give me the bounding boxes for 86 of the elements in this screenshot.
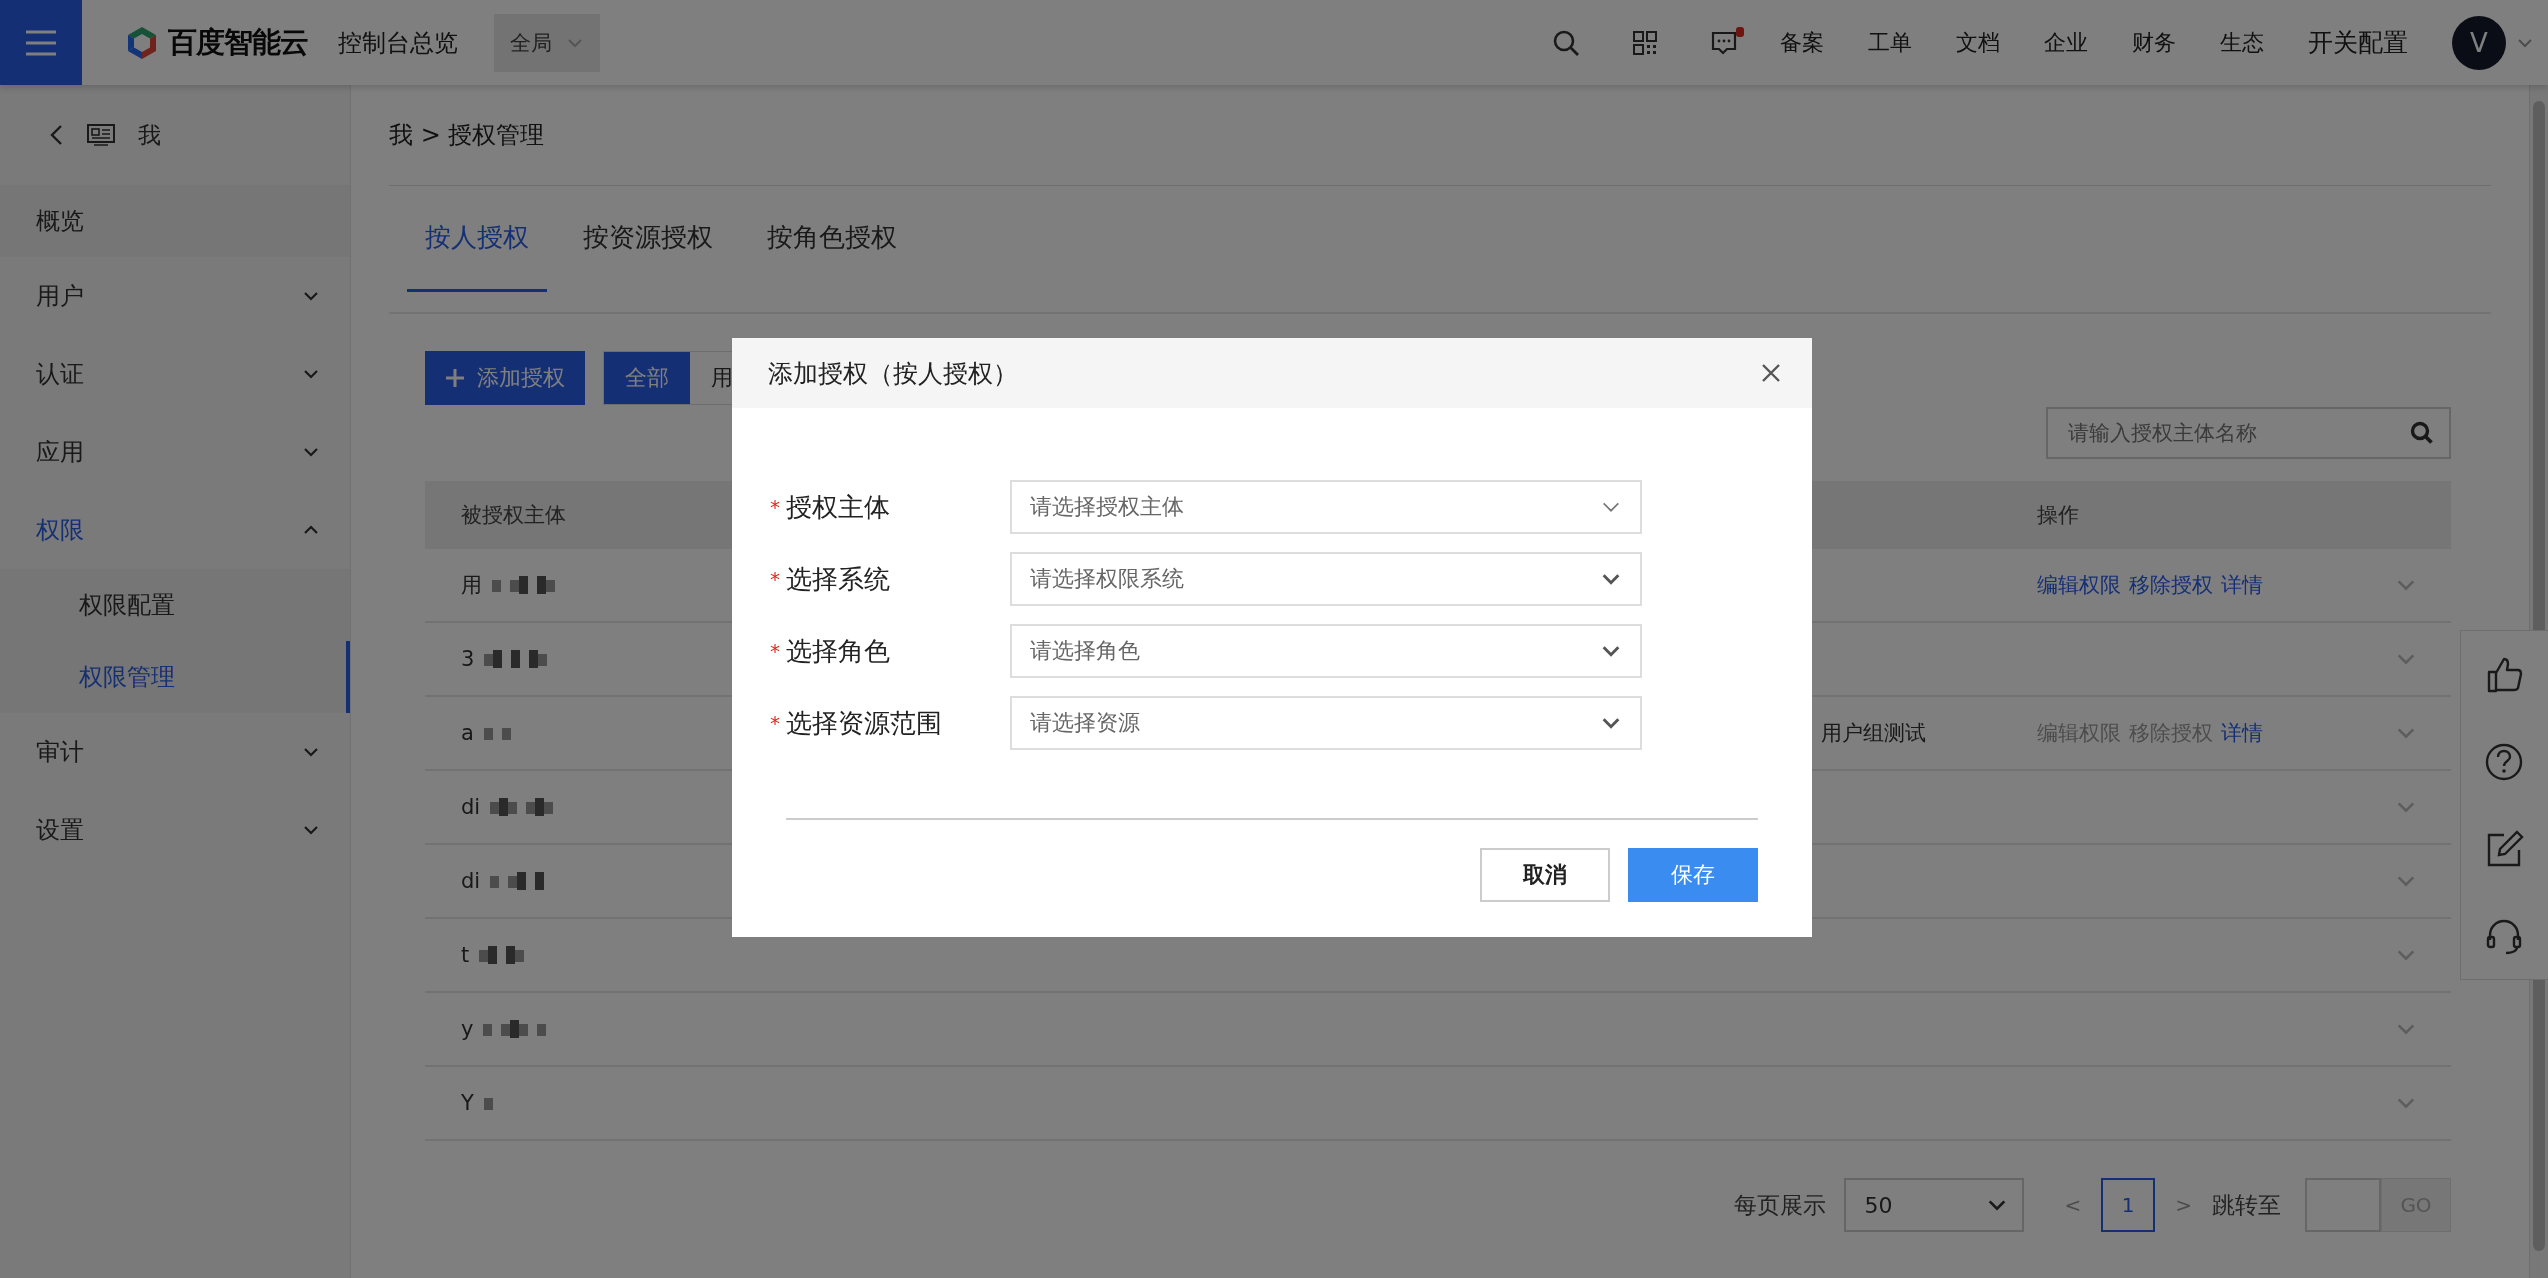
sidebar-item[interactable]: 权限 bbox=[0, 491, 350, 569]
select-field[interactable]: 请选择权限系统 bbox=[1010, 552, 1642, 606]
table-cell: Y bbox=[461, 1091, 474, 1115]
sidebar-item[interactable]: 设置 bbox=[0, 791, 350, 869]
field-label: 选择角色 bbox=[786, 634, 890, 668]
sidebar-subitem[interactable]: 权限配置 bbox=[0, 569, 350, 641]
required-mark: * bbox=[770, 495, 780, 519]
table-cell-text: 用 bbox=[461, 572, 482, 599]
select-placeholder: 请选择权限系统 bbox=[1030, 565, 1184, 593]
dialog-title: 添加授权（按人授权） bbox=[768, 357, 1018, 390]
sidebar-item[interactable]: 应用 bbox=[0, 413, 350, 491]
field-label: 选择资源范围 bbox=[786, 706, 942, 740]
required-mark: * bbox=[770, 639, 780, 663]
menu-icon bbox=[24, 28, 58, 57]
grid-icon[interactable] bbox=[1632, 29, 1658, 56]
column-header: 操作 bbox=[2037, 502, 2079, 529]
sidebar-subitem[interactable]: 权限管理 bbox=[0, 641, 350, 713]
table-cell: 用户组测试 bbox=[1821, 721, 1926, 745]
filter-tab[interactable]: 全部 bbox=[604, 352, 690, 404]
tab[interactable]: 按人授权 bbox=[407, 186, 547, 292]
console-link[interactable]: 控制台总览 bbox=[338, 26, 458, 59]
page-button[interactable]: 1 bbox=[2101, 1178, 2156, 1232]
nav-link[interactable]: 开关配置 bbox=[2308, 26, 2408, 59]
previous-page-button[interactable]: < bbox=[2064, 1193, 2082, 1217]
redaction-mosaic bbox=[484, 648, 548, 670]
page-size-select[interactable]: 50 bbox=[1844, 1178, 2025, 1232]
redaction-mosaic bbox=[492, 574, 555, 596]
field-label: 授权主体 bbox=[786, 490, 890, 524]
sidebar-item[interactable]: 用户 bbox=[0, 257, 350, 335]
brand-name: 百度智能云 bbox=[168, 23, 308, 61]
redaction-mosaic bbox=[483, 1018, 547, 1040]
jump-label: 跳转至 bbox=[2212, 1190, 2281, 1220]
page-size-label: 每页展示 bbox=[1734, 1190, 1827, 1220]
nav-link[interactable]: 文档 bbox=[1956, 27, 2000, 58]
search-icon[interactable] bbox=[2409, 420, 2435, 446]
breadcrumb: 我 > 授权管理 bbox=[389, 85, 2491, 186]
table-cell: di bbox=[461, 869, 481, 893]
avatar[interactable]: V bbox=[2452, 15, 2506, 70]
table-cell: y bbox=[461, 1017, 474, 1041]
save-button[interactable]: 保存 bbox=[1628, 848, 1758, 902]
action-link[interactable]: 详情 bbox=[2221, 719, 2263, 747]
select-placeholder: 请选择授权主体 bbox=[1030, 493, 1184, 521]
nav-link[interactable]: 企业 bbox=[2044, 27, 2088, 58]
nav-link[interactable]: 生态 bbox=[2220, 27, 2264, 58]
table-cell: a bbox=[461, 721, 474, 745]
tab[interactable]: 按资源授权 bbox=[565, 186, 731, 292]
page-size-value: 50 bbox=[1864, 1192, 1893, 1218]
select-placeholder: 请选择角色 bbox=[1030, 637, 1140, 665]
search-field[interactable]: 请输入授权主体名称 bbox=[2046, 407, 2451, 459]
table-cell: t bbox=[461, 943, 470, 967]
redaction-mosaic bbox=[479, 944, 525, 966]
action-link[interactable]: 详情 bbox=[2221, 571, 2263, 599]
region-label: 全局 bbox=[510, 29, 552, 57]
id-card-icon bbox=[86, 123, 116, 147]
page-input[interactable] bbox=[2305, 1178, 2381, 1232]
next-page-button[interactable]: > bbox=[2175, 1193, 2192, 1217]
field-label: 选择系统 bbox=[786, 562, 890, 596]
tab[interactable]: 按角色授权 bbox=[749, 186, 915, 292]
required-mark: * bbox=[770, 567, 780, 591]
help-icon[interactable] bbox=[2484, 741, 2524, 782]
nav-link[interactable]: 备案 bbox=[1780, 27, 1824, 58]
region-dropdown[interactable]: 全局 bbox=[494, 13, 600, 72]
sidebar-title: 我 bbox=[138, 120, 161, 150]
column-header: 被授权主体 bbox=[461, 502, 566, 529]
table-cell: di bbox=[461, 795, 481, 819]
nav-link[interactable]: 财务 bbox=[2132, 27, 2176, 58]
cancel-button[interactable]: 取消 bbox=[1480, 848, 1610, 902]
sidebar-item[interactable]: 认证 bbox=[0, 335, 350, 413]
redaction-mosaic bbox=[490, 870, 545, 892]
sidebar-item[interactable]: 审计 bbox=[0, 713, 350, 791]
select-placeholder: 请选择资源 bbox=[1030, 709, 1140, 737]
action-link[interactable]: 编辑权限 bbox=[2037, 571, 2121, 599]
select-field[interactable]: 请选择授权主体 bbox=[1010, 480, 1642, 534]
select-field[interactable]: 请选择资源 bbox=[1010, 696, 1642, 750]
table-cell: 3 bbox=[461, 647, 475, 671]
menu-button[interactable] bbox=[0, 0, 82, 85]
search-icon[interactable] bbox=[1552, 28, 1580, 57]
select-field[interactable]: 请选择角色 bbox=[1010, 624, 1642, 678]
action-link[interactable]: 移除授权 bbox=[2129, 571, 2213, 599]
redaction-mosaic bbox=[490, 796, 554, 818]
add-button[interactable]: 添加授权 bbox=[425, 351, 585, 405]
required-mark: * bbox=[770, 711, 780, 735]
plus-icon bbox=[445, 368, 465, 388]
sidebar-item[interactable]: 概览 bbox=[0, 185, 350, 257]
close-icon[interactable] bbox=[1760, 362, 1782, 384]
nav-link[interactable]: 工单 bbox=[1868, 27, 1912, 58]
